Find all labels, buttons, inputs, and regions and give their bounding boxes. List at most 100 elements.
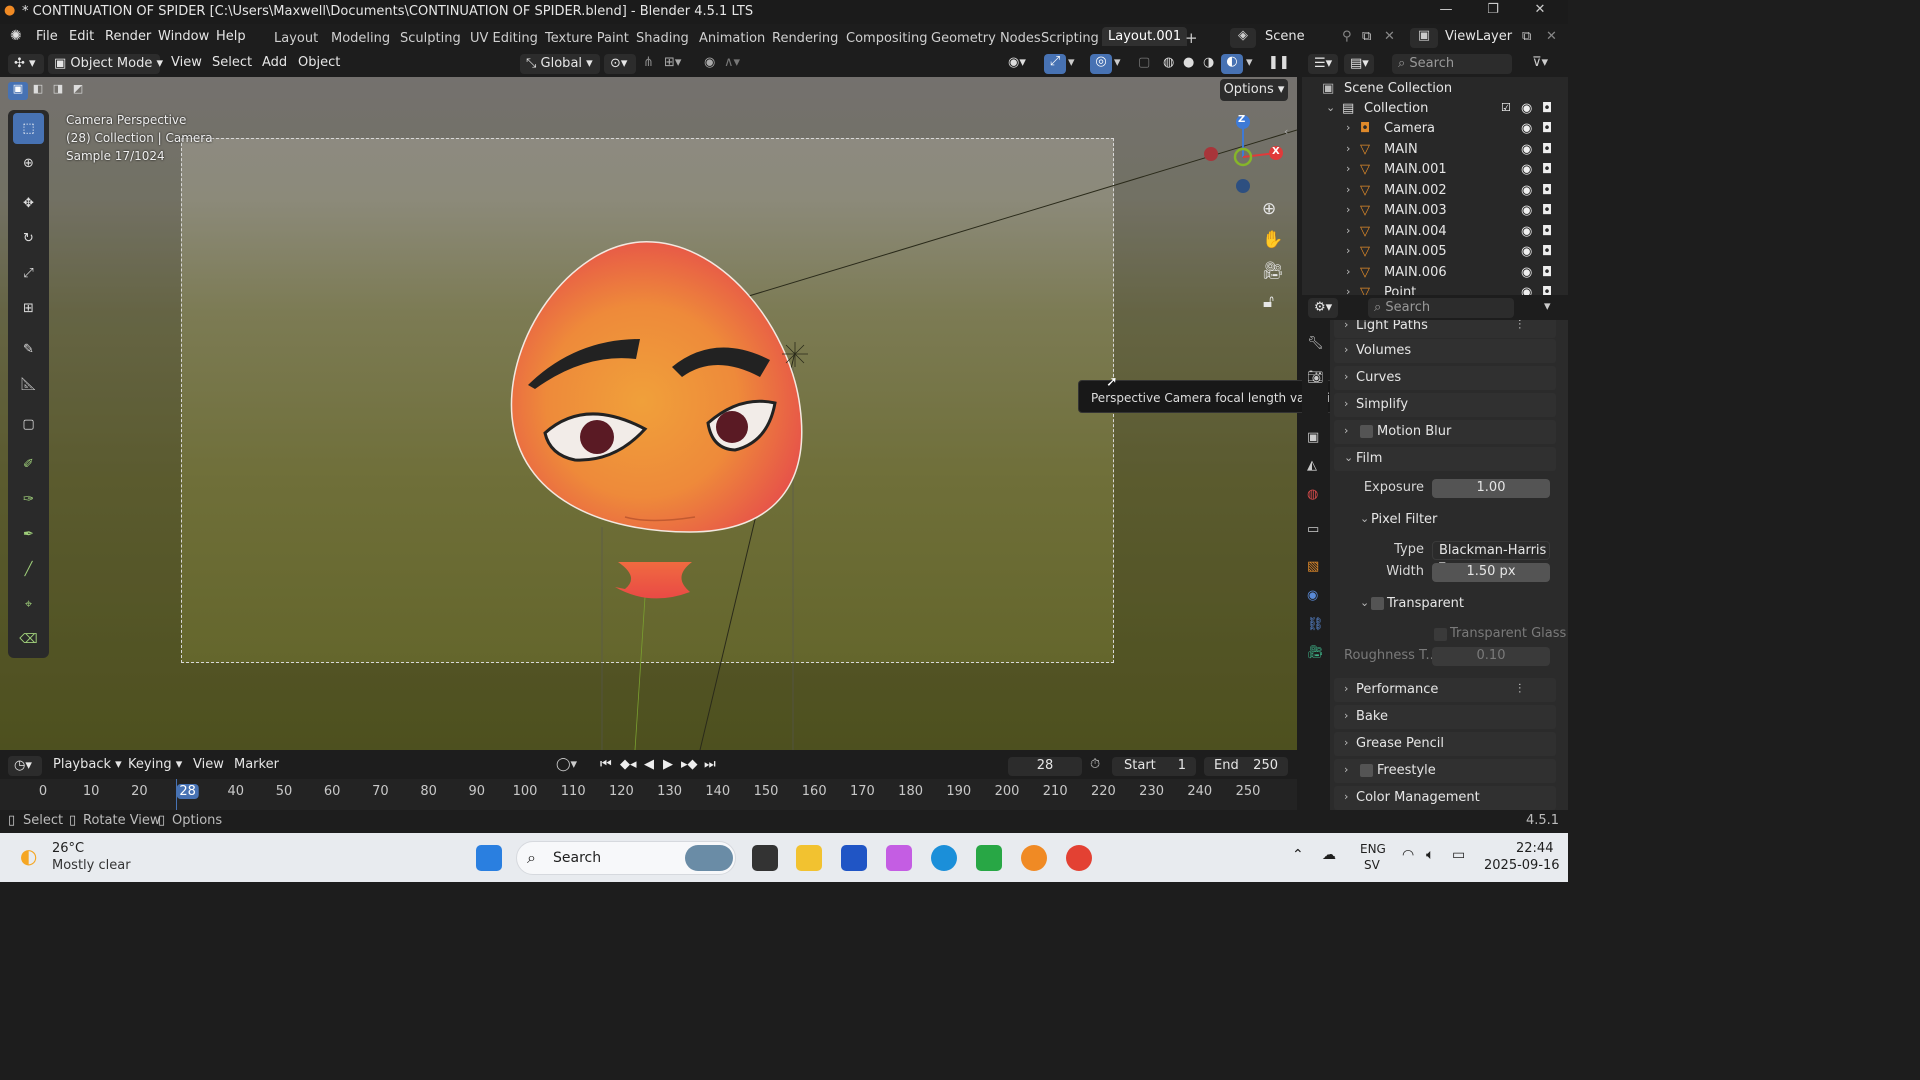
panel-color-management[interactable]: › Color Management	[1334, 786, 1556, 810]
snap-target-icon[interactable]: ⊞▾	[664, 55, 681, 70]
menu-help[interactable]: Help	[216, 29, 246, 44]
outliner-row[interactable]: › ▽ Point ◉ ◘	[1302, 283, 1568, 295]
outliner-row[interactable]: › ▽ MAIN.006 ◉ ◘	[1302, 263, 1568, 283]
tab-animation[interactable]: Animation	[699, 31, 765, 46]
select-box-icon[interactable]: ⬚	[13, 113, 44, 144]
presets-icon[interactable]: ⫶	[1518, 320, 1521, 333]
scale-icon[interactable]: ⤢	[13, 258, 44, 289]
pivot-point-icon[interactable]: ⊙▾	[604, 54, 636, 74]
play-icon[interactable]: ▶	[663, 757, 673, 772]
eye-icon[interactable]: ◉	[1521, 121, 1532, 136]
battery-icon[interactable]: ▭	[1452, 847, 1465, 863]
panel-grease-pencil[interactable]: › Grease Pencil	[1334, 732, 1556, 756]
playback-menu[interactable]: Playback ▾	[53, 757, 122, 772]
eye-icon[interactable]: ◉	[1521, 142, 1532, 157]
falloff-icon[interactable]: ∧▾	[724, 55, 740, 70]
timeline-ruler[interactable]: 0 10 20 28 40 50 60 70 80 90 100 110 120 130 140 150 160…	[0, 779, 1297, 810]
task-view-icon[interactable]	[752, 845, 778, 871]
panel-simplify[interactable]: › Simplify	[1334, 393, 1556, 417]
visibility-icon[interactable]: ◉▾	[1008, 55, 1026, 70]
outliner-row-scene-collection[interactable]: ▣ Scene Collection	[1302, 79, 1568, 99]
chevron-right-icon[interactable]: ›	[1346, 142, 1350, 155]
chevron-down-icon[interactable]: ⌄	[1360, 596, 1369, 609]
tab-modeling[interactable]: Modeling	[331, 31, 390, 46]
start-icon[interactable]	[476, 845, 502, 871]
measure-icon[interactable]: 📐︎	[13, 369, 44, 400]
play-reverse-icon[interactable]: ◀	[644, 757, 654, 772]
show-hidden-icons-icon[interactable]: ⌃	[1292, 847, 1304, 863]
snap-icon[interactable]: ⋔	[643, 55, 654, 70]
copilot-icon[interactable]	[886, 845, 912, 871]
current-frame-field[interactable]: 28	[1008, 757, 1082, 776]
brush-sample-icon[interactable]: ⌖	[13, 589, 44, 620]
timeline-view-menu[interactable]: View	[193, 757, 224, 772]
chevron-right-icon[interactable]: ›	[1346, 244, 1350, 257]
xray-icon[interactable]: ▢	[1138, 55, 1150, 70]
jump-keyframe-forward-icon[interactable]: ▸◆	[681, 757, 698, 772]
eye-icon[interactable]: ◉	[1521, 162, 1532, 177]
stopwatch-icon[interactable]: ⏱	[1090, 757, 1100, 772]
eye-icon[interactable]: ◉	[1521, 285, 1532, 295]
pin-icon[interactable]: ⚲	[1342, 29, 1352, 44]
camera-render-icon[interactable]: ◘	[1542, 183, 1552, 198]
camera-render-icon[interactable]: ◘	[1542, 162, 1552, 177]
tab-shading[interactable]: Shading	[636, 31, 689, 46]
tab-sculpting[interactable]: Sculpting	[400, 31, 461, 46]
jump-end-icon[interactable]: ⏭	[704, 757, 716, 772]
scene-name[interactable]: Scene	[1265, 29, 1305, 44]
viewlayer-name[interactable]: ViewLayer	[1445, 29, 1512, 44]
data-tab-icon[interactable]: 🎥︎	[1307, 645, 1324, 660]
roughness-field[interactable]: 0.10	[1432, 647, 1550, 666]
brush-line-icon[interactable]: ╱	[13, 554, 44, 585]
tab-scripting[interactable]: Scripting	[1041, 31, 1099, 46]
file-explorer-icon[interactable]	[796, 845, 822, 871]
camera-render-icon[interactable]: ◘	[1542, 244, 1552, 259]
minimize-icon[interactable]: —	[1426, 2, 1466, 22]
object-tab-icon[interactable]: ▧	[1307, 559, 1319, 574]
collection-tab-icon[interactable]: ▭	[1307, 522, 1319, 537]
outliner-row[interactable]: › ▽ MAIN.002 ◉ ◘	[1302, 181, 1568, 201]
outliner-row[interactable]: › ▽ MAIN ◉ ◘	[1302, 140, 1568, 160]
freestyle-checkbox[interactable]	[1360, 764, 1373, 777]
select-new-icon[interactable]: ▣	[8, 82, 28, 100]
motion-blur-checkbox[interactable]	[1360, 425, 1373, 438]
expand-icon[interactable]: ⌄	[1326, 101, 1335, 114]
volume-icon[interactable]: 🔈︎	[1426, 847, 1434, 863]
blender-menu-icon[interactable]: ✺	[10, 28, 22, 44]
outliner-row-collection[interactable]: ⌄ ▤ Collection ☑ ◉ ◘	[1302, 99, 1568, 119]
add-workspace-icon[interactable]: +	[1185, 29, 1198, 47]
cursor-icon[interactable]: ⊕	[13, 148, 44, 179]
eye-icon[interactable]: ◉	[1521, 265, 1532, 280]
checkbox-icon[interactable]: ☑	[1501, 101, 1511, 114]
rendered-shading-icon[interactable]: ◐	[1221, 54, 1243, 74]
panel-motion-blur[interactable]: › Motion Blur	[1334, 420, 1556, 444]
panel-freestyle[interactable]: › Freestyle	[1334, 759, 1556, 783]
tab-compositing[interactable]: Compositing	[846, 31, 928, 46]
navigation-gizmo[interactable]: Z X	[1200, 112, 1290, 202]
camera-render-icon[interactable]: ◘	[1542, 224, 1552, 239]
chevron-right-icon[interactable]: ›	[1346, 121, 1350, 134]
current-frame-marker[interactable]: 28	[176, 784, 199, 799]
panel-curves[interactable]: › Curves	[1334, 366, 1556, 390]
material-shading-icon[interactable]: ◑	[1203, 55, 1214, 70]
outliner-row[interactable]: › ◘ Camera ◉ ◘	[1302, 119, 1568, 139]
properties-search-input[interactable]: ⌕ Search	[1368, 298, 1514, 318]
solid-shading-icon[interactable]: ●	[1183, 55, 1194, 70]
view-layer-tab-icon[interactable]: ▣	[1307, 430, 1319, 445]
eye-icon[interactable]: ◉	[1521, 244, 1532, 259]
presets-icon[interactable]: ⫶	[1518, 682, 1521, 697]
store-icon[interactable]	[841, 845, 867, 871]
overlays-dropdown-icon[interactable]: ▾	[1114, 55, 1121, 70]
menu-view[interactable]: View	[171, 55, 202, 70]
options-dropdown[interactable]: Options ▾	[1220, 79, 1288, 101]
constraints-tab-icon[interactable]: ⛓︎	[1307, 617, 1324, 632]
transparent-glass-checkbox[interactable]	[1434, 628, 1447, 641]
wifi-icon[interactable]: ◠	[1402, 847, 1414, 863]
render-tab-icon[interactable]: 📷︎	[1307, 370, 1324, 385]
move-icon[interactable]: ✥	[13, 188, 44, 219]
zoom-icon[interactable]: ⊕	[1262, 199, 1276, 219]
select-extend-icon[interactable]: ◧	[28, 82, 48, 100]
select-subtract-icon[interactable]: ◨	[48, 82, 68, 100]
chevron-right-icon[interactable]: ›	[1346, 203, 1350, 216]
filter-type-dropdown[interactable]: Blackman-Harris ▾	[1432, 541, 1550, 573]
